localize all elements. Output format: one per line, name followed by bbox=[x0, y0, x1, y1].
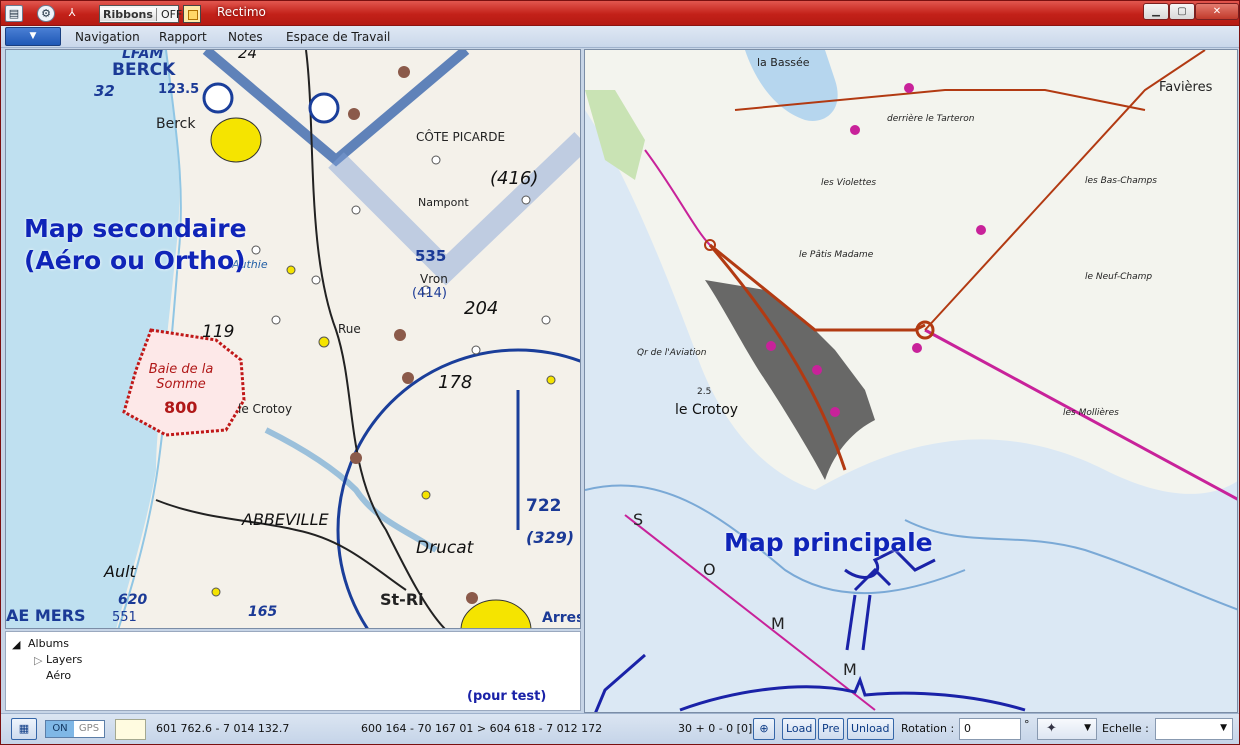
compass-rose-icon: ✦ bbox=[1046, 721, 1057, 736]
map-label-boisjean: CÔTE PICARDE bbox=[416, 130, 506, 144]
ribbons-toggle[interactable]: Ribbons OFF bbox=[99, 5, 182, 23]
map-label-elevation: 32 bbox=[94, 82, 115, 100]
menu-notes[interactable]: Notes bbox=[228, 30, 263, 44]
maximize-button[interactable]: ▢ bbox=[1169, 3, 1195, 20]
close-button[interactable]: ✕ bbox=[1195, 3, 1239, 20]
compass-dropdown[interactable]: ✦ ▼ bbox=[1037, 718, 1097, 740]
map-label-derriere-tarteron: derrière le Tarteron bbox=[887, 114, 975, 124]
tree-toggle-button[interactable]: ▦ bbox=[11, 718, 37, 740]
menu-espace-de-travail[interactable]: Espace de Travail bbox=[286, 30, 390, 44]
tree-item-albums[interactable]: Albums bbox=[28, 637, 69, 650]
offset-readout: 30 + 0 - 0 [0] bbox=[678, 722, 753, 735]
map-label-211: Drucat bbox=[416, 538, 474, 558]
map-extent: 600 164 - 70 167 01 > 604 618 - 7 012 17… bbox=[361, 722, 603, 735]
map-label-o: O bbox=[703, 560, 716, 579]
tree-collapse-icon[interactable]: ▷ bbox=[34, 654, 42, 667]
menu-navigation[interactable]: Navigation bbox=[75, 30, 140, 44]
map-label-m1: M bbox=[771, 614, 785, 633]
map-label-abbeville: St-Ri bbox=[380, 590, 424, 609]
tree-item-aero[interactable]: Aéro bbox=[46, 669, 71, 682]
scale-dropdown[interactable]: ▼ bbox=[1155, 718, 1233, 740]
map-label-551: Arrest bbox=[542, 610, 580, 626]
app-icon[interactable]: ▤ bbox=[5, 5, 23, 22]
map-label-baie-somme: Baie de la Somme bbox=[148, 362, 214, 392]
title-bar: ▤ ⚙ ⅄ Ribbons OFF Rectimo ▁ ▢ ✕ bbox=[1, 1, 1239, 26]
map-label-149: 24 bbox=[238, 49, 258, 62]
map-label-165: Ault bbox=[104, 562, 136, 581]
test-annotation: (pour test) bbox=[467, 689, 547, 704]
map-label-aviation: Qr de l'Aviation bbox=[637, 348, 707, 358]
map-label-535: 535 bbox=[415, 247, 447, 265]
secondary-map-annotation-line2: (Aéro ou Ortho) bbox=[24, 246, 246, 275]
map-label-favieres: Favières bbox=[1159, 80, 1213, 95]
map-label-620: 165 bbox=[248, 604, 278, 620]
scale-label: Echelle : bbox=[1102, 722, 1149, 735]
map-label-800: 800 bbox=[164, 398, 198, 417]
map-label-abbev: 722 bbox=[526, 496, 562, 516]
main-map[interactable]: la Bassée Favières derrière le Tarteron … bbox=[584, 49, 1238, 713]
map-label-220: (329) bbox=[526, 528, 575, 547]
map-label-le-crotoy-main: le Crotoy bbox=[675, 402, 739, 418]
map-label-violettes: les Violettes bbox=[821, 178, 877, 188]
gps-on-label: ON bbox=[46, 721, 74, 737]
tree-expand-icon[interactable]: ◢ bbox=[12, 638, 20, 651]
settings-gear-icon[interactable]: ⚙ bbox=[37, 5, 55, 22]
map-label-rue: Rue bbox=[338, 322, 361, 336]
map-label-bas-champs: les Bas-Champs bbox=[1085, 176, 1157, 186]
minimize-button[interactable]: ▁ bbox=[1143, 3, 1169, 20]
tree-item-layers[interactable]: Layers bbox=[46, 653, 82, 666]
window-title: Rectimo bbox=[217, 5, 266, 19]
map-label-vron: Vron bbox=[420, 272, 448, 286]
cursor-coordinates: 601 762.6 - 7 014 132.7 bbox=[156, 722, 290, 735]
app-window: ▤ ⚙ ⅄ Ribbons OFF Rectimo ▁ ▢ ✕ ▼ Naviga… bbox=[0, 0, 1240, 745]
topo-map-graphic bbox=[585, 50, 1237, 712]
load-button[interactable]: Load bbox=[782, 718, 817, 740]
rotation-label: Rotation : bbox=[901, 722, 955, 735]
map-label-m2: M bbox=[843, 660, 857, 679]
rotation-unit: ° bbox=[1024, 718, 1030, 731]
status-bar: ▦ ON GPS 601 762.6 - 7 014 132.7 600 164… bbox=[1, 713, 1239, 744]
menu-rapport[interactable]: Rapport bbox=[159, 30, 207, 44]
chevron-down-icon: ▼ bbox=[1220, 723, 1227, 733]
map-label-le-crotoy: le Crotoy bbox=[238, 402, 293, 416]
gps-toggle[interactable]: ON GPS bbox=[45, 720, 105, 738]
map-label-119: 119 bbox=[202, 322, 235, 342]
zoom-icon[interactable]: ⊕ bbox=[753, 718, 775, 740]
square-toggle-button[interactable] bbox=[183, 5, 201, 23]
map-label-414: (414) bbox=[412, 286, 447, 301]
secondary-map-annotation-line1: Map secondaire bbox=[24, 214, 247, 243]
map-label-329: 551 bbox=[112, 610, 137, 625]
map-label-178: 178 bbox=[438, 372, 473, 393]
app-menu-button[interactable]: ▼ bbox=[5, 27, 61, 46]
menu-bar: ▼ Navigation Rapport Notes Espace de Tra… bbox=[1, 26, 1239, 48]
unload-button[interactable]: Unload bbox=[847, 718, 894, 740]
map-label-145: ABBEVILLE bbox=[242, 510, 329, 529]
compass-icon[interactable]: ⅄ bbox=[63, 5, 81, 22]
map-label-722: 620 bbox=[118, 592, 148, 608]
map-label-freq: 123.5 bbox=[158, 82, 200, 97]
color-swatch[interactable] bbox=[115, 719, 146, 740]
ribbons-state: OFF bbox=[160, 7, 183, 21]
map-label-s: S bbox=[633, 510, 646, 529]
chevron-down-icon: ▼ bbox=[1084, 723, 1091, 733]
map-label-berck-ad: BERCK bbox=[112, 60, 176, 80]
map-label-patis-madame: le Pâtis Madame bbox=[799, 250, 874, 260]
map-label-204: 204 bbox=[464, 298, 499, 319]
map-label-nampont: Nampont bbox=[418, 196, 469, 209]
map-label-elev: 2.5 bbox=[697, 387, 712, 397]
map-label-neuf-champ: le Neuf-Champ bbox=[1085, 272, 1153, 282]
map-label-la-bassee: la Bassée bbox=[757, 56, 810, 69]
map-label-berck: Berck bbox=[156, 116, 196, 132]
pre-button[interactable]: Pre bbox=[818, 718, 844, 740]
main-map-annotation: Map principale bbox=[724, 528, 933, 557]
map-label-mollieres: les Mollières bbox=[1063, 408, 1119, 418]
secondary-map[interactable]: LFAM BERCK 123.5 32 Berck Authie Nampont… bbox=[5, 49, 581, 629]
rotation-input[interactable]: 0 bbox=[959, 718, 1021, 740]
ribbons-label: Ribbons bbox=[100, 7, 157, 21]
map-label-339: (416) bbox=[490, 168, 539, 189]
map-label-ae-mers: AE MERS bbox=[6, 606, 86, 625]
gps-label: GPS bbox=[78, 723, 100, 734]
